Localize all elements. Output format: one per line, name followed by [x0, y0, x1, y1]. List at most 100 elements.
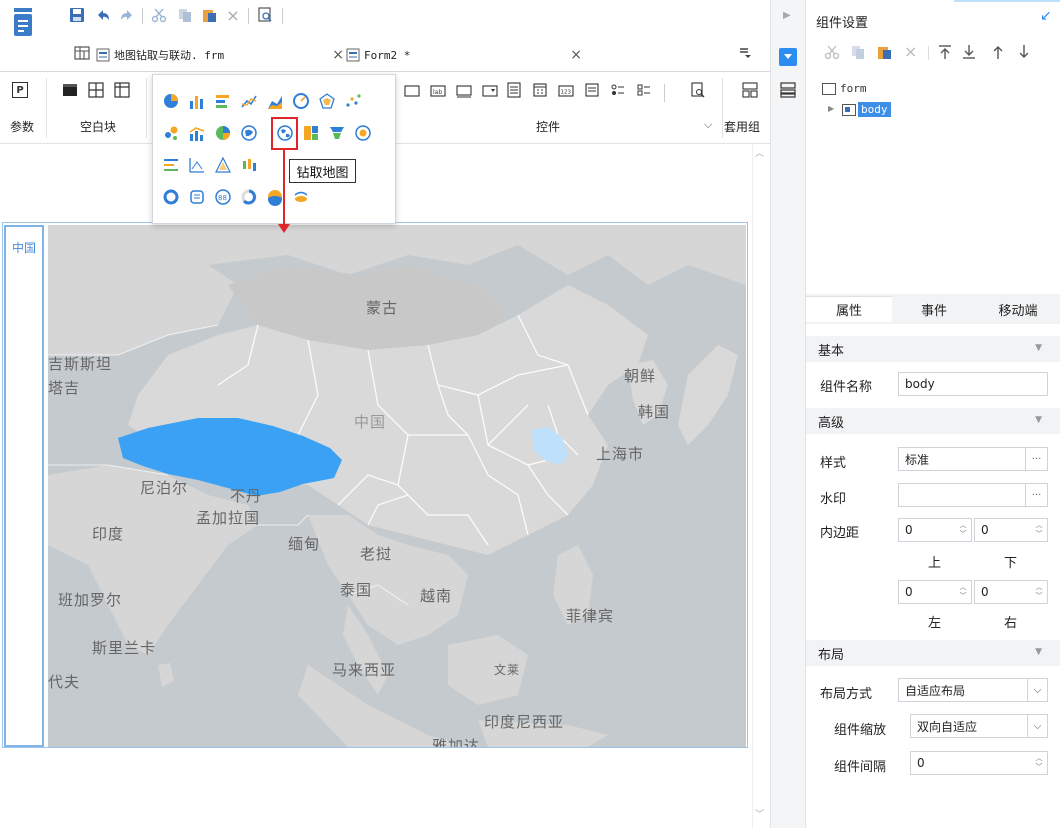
- delete-icon[interactable]: ×: [224, 6, 242, 25]
- style-input[interactable]: 标准 ···: [898, 447, 1048, 471]
- preview-icon[interactable]: [256, 6, 274, 24]
- watermark-more-button[interactable]: ···: [1025, 484, 1047, 506]
- tab-events[interactable]: 事件: [892, 296, 976, 322]
- ribbon-param-label: 参数: [10, 120, 35, 134]
- section-advanced-label: 高级: [818, 415, 845, 431]
- copy-icon[interactable]: [176, 6, 194, 24]
- tab-overflow-icon[interactable]: [738, 46, 752, 63]
- pad-bottom-value: 0: [981, 523, 989, 537]
- text-label-control-icon[interactable]: lab: [430, 84, 446, 101]
- map-label-south-korea: 韩国: [638, 403, 671, 421]
- section-layout[interactable]: 布局 ▼: [806, 640, 1060, 666]
- move-down-icon[interactable]: [1018, 44, 1030, 63]
- panel-copy-icon[interactable]: [850, 44, 866, 63]
- label-control-icon[interactable]: [404, 84, 420, 101]
- list-control-icon[interactable]: [506, 82, 522, 101]
- tab-form2[interactable]: Form2 * ×: [346, 42, 582, 68]
- tab-mobile[interactable]: 移动端: [976, 296, 1060, 322]
- tab-list-label: 中国: [12, 241, 37, 255]
- gap-label: 组件间隔: [834, 760, 887, 775]
- tree-node-body[interactable]: body: [842, 102, 891, 117]
- scroll-up-icon[interactable]: ︿: [755, 146, 764, 159]
- padding-left-input[interactable]: 0 ︿ ﹀: [898, 580, 972, 604]
- drill-map-widget[interactable]: 蒙古 吉斯斯坦 塔吉 中国 朝鲜 韩国 上海市 尼泊尔 不丹 孟加拉国 印度 缅…: [48, 225, 746, 747]
- tab-properties[interactable]: 属性: [806, 296, 892, 322]
- date-control-icon[interactable]: [532, 82, 548, 101]
- svg-text:88: 88: [218, 194, 227, 202]
- right-label: 右: [1004, 616, 1018, 631]
- style-more-button[interactable]: ···: [1025, 448, 1047, 470]
- area-chart-icon: [268, 96, 282, 109]
- panel-pin-icon[interactable]: ↙: [1040, 8, 1052, 24]
- map-label-myanmar: 缅甸: [288, 535, 321, 553]
- tree-node-form[interactable]: form: [822, 82, 867, 95]
- cut-icon[interactable]: [150, 6, 168, 24]
- panel-delete-icon[interactable]: ×: [904, 42, 917, 61]
- scale-select[interactable]: 双向自适应 ⌵: [910, 714, 1048, 738]
- section-basic-label: 基本: [818, 343, 845, 359]
- split-block-icon[interactable]: [88, 82, 104, 101]
- section-advanced[interactable]: 高级 ▼: [806, 408, 1060, 434]
- section-basic[interactable]: 基本 ▼: [806, 336, 1060, 362]
- map-label-thailand: 泰国: [340, 581, 373, 599]
- stepper-icon[interactable]: ︿ ﹀: [955, 519, 971, 541]
- map-label-shanghai: 上海市: [596, 445, 645, 463]
- panel-divider: [928, 46, 929, 60]
- collapse-arrow-icon[interactable]: ▶: [783, 10, 791, 21]
- template-group-icon[interactable]: [742, 82, 758, 101]
- number-control-icon[interactable]: 123: [558, 84, 574, 101]
- undo-icon[interactable]: [94, 6, 112, 24]
- panel-paste-icon[interactable]: [876, 44, 892, 63]
- tree-expand-icon[interactable]: ▶: [828, 104, 834, 113]
- funnel-chart-icon: [330, 127, 344, 139]
- search-control-icon[interactable]: [690, 82, 706, 101]
- stepper-icon[interactable]: ︿ ﹀: [955, 581, 971, 603]
- frame-chart-icon: [164, 159, 178, 171]
- paste-icon[interactable]: [200, 6, 218, 24]
- scroll-down-icon[interactable]: ﹀: [755, 807, 764, 820]
- move-bottom-icon[interactable]: [962, 44, 976, 63]
- layout-mode-select[interactable]: 自适应布局 ⌵: [898, 678, 1048, 702]
- layout-tree-icon[interactable]: [780, 82, 796, 101]
- chevron-down-icon: ▼: [1035, 415, 1042, 425]
- textarea-control-icon[interactable]: [584, 82, 600, 101]
- blank-block-icon[interactable]: [62, 82, 78, 101]
- button-control-icon[interactable]: [456, 84, 472, 101]
- svg-text:123: 123: [561, 90, 572, 96]
- tab-close-icon[interactable]: ×: [332, 47, 344, 63]
- canvas-vertical-scrollbar[interactable]: ︿ ﹀: [752, 144, 766, 828]
- chevron-down-icon[interactable]: ⌵: [1027, 679, 1047, 701]
- padding-bottom-input[interactable]: 0 ︿ ﹀: [974, 518, 1048, 542]
- tab-list-widget[interactable]: 中国: [4, 225, 44, 747]
- redo-icon[interactable]: [118, 6, 136, 24]
- gap-input[interactable]: 0 ︿ ﹀: [910, 751, 1048, 775]
- watermark-input[interactable]: ···: [898, 483, 1048, 507]
- pie-chart-icon: [164, 94, 178, 108]
- stepper-icon[interactable]: ︿ ﹀: [1031, 519, 1047, 541]
- side-rail: ▶: [770, 0, 806, 828]
- form-file-icon: [346, 48, 360, 62]
- drill-map-tooltip: 钻取地图: [289, 159, 356, 183]
- chevron-down-icon[interactable]: ⌵: [1027, 715, 1047, 737]
- grid-layout-icon[interactable]: [74, 45, 90, 64]
- tab-label: 地图钻取与联动. frm: [114, 49, 225, 62]
- param-icon[interactable]: P: [12, 82, 28, 98]
- stepper-icon[interactable]: ︿ ﹀: [1031, 581, 1047, 603]
- panel-cut-icon[interactable]: [824, 44, 840, 63]
- checkbox-control-icon[interactable]: [636, 82, 652, 101]
- padding-top-input[interactable]: 0 ︿ ﹀: [898, 518, 972, 542]
- padding-right-input[interactable]: 0 ︿ ﹀: [974, 580, 1048, 604]
- move-up-icon[interactable]: [992, 44, 1004, 63]
- component-name-input[interactable]: body: [898, 372, 1048, 396]
- save-icon[interactable]: [68, 6, 86, 24]
- tab-close-icon[interactable]: ×: [570, 47, 582, 63]
- radio-control-icon[interactable]: [610, 82, 626, 101]
- move-top-icon[interactable]: [938, 44, 952, 63]
- stepper-icon[interactable]: ︿ ﹀: [1031, 752, 1047, 774]
- controls-expand-icon[interactable]: ⌵: [704, 118, 712, 132]
- combo-control-icon[interactable]: [482, 84, 498, 101]
- component-settings-icon[interactable]: [779, 48, 797, 66]
- style-label: 样式: [820, 456, 847, 471]
- tab-block-icon[interactable]: [114, 82, 130, 101]
- tab-map-drill[interactable]: 地图钻取与联动. frm ×: [96, 42, 344, 68]
